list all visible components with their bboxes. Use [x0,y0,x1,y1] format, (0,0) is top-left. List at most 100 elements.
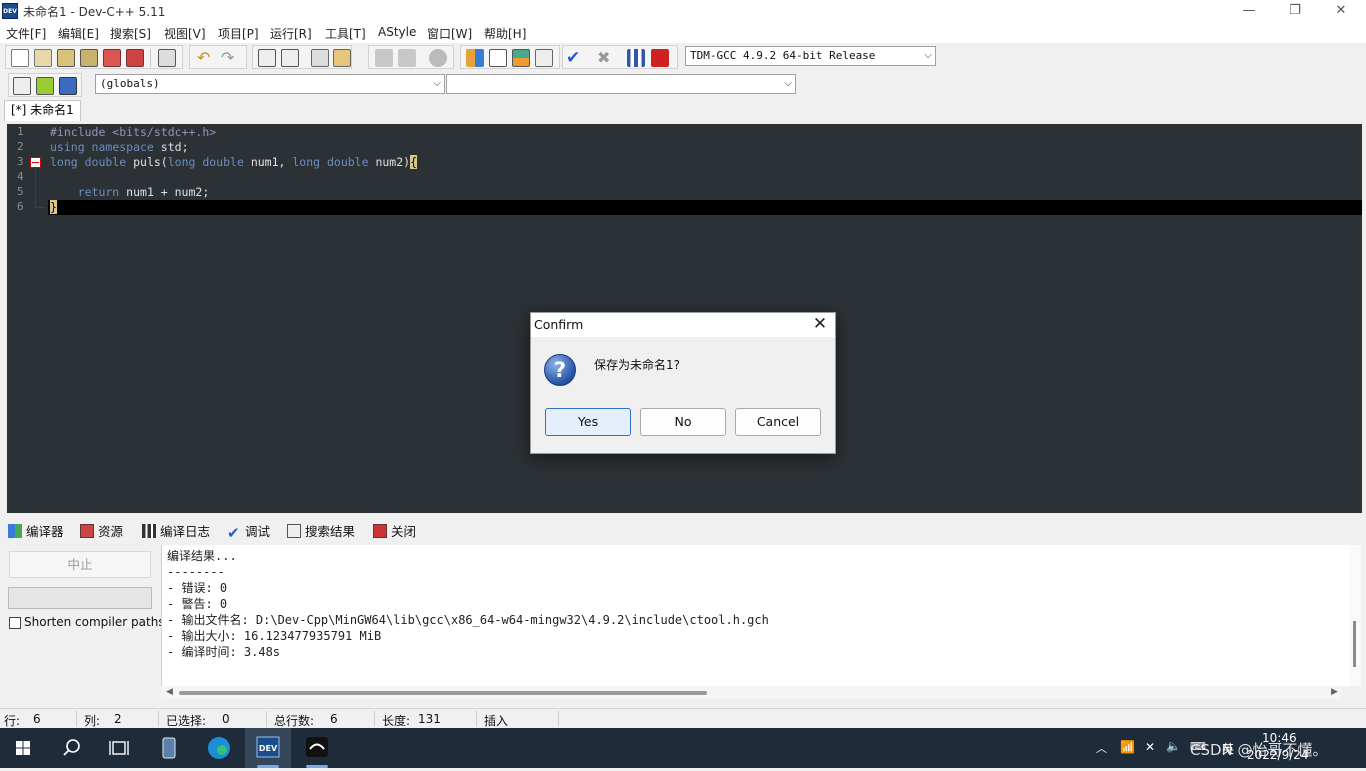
save-icon[interactable] [57,49,75,67]
compiler-select[interactable]: TDM-GCC 4.9.2 64-bit Release ⌵ [685,46,936,66]
start-button[interactable] [0,728,46,768]
profile-chart-icon[interactable] [627,49,645,67]
taskbar-app-devcpp[interactable]: DEV [245,728,291,768]
typora-app-icon [306,737,328,757]
log-horizontal-thumb[interactable] [179,691,707,695]
code-token: num1, [250,155,293,169]
new-file-icon[interactable] [11,49,29,67]
line-number: 2 [17,140,24,153]
class-browser-icon[interactable] [512,49,530,67]
insert-icon[interactable] [13,77,31,95]
tab-resources[interactable]: 资源 [80,522,123,542]
code-token: long double [167,155,251,169]
undo-icon[interactable]: ↶ [197,49,215,67]
compiler-icon [8,524,22,538]
yes-button[interactable]: Yes [545,408,631,436]
code-line: long double puls(long double num1, long … [50,155,418,170]
toolbar-separator [150,49,151,67]
confirm-dialog: Confirm ✕ ? 保存为未命名1? Yes No Cancel [530,312,836,454]
function-select[interactable]: ⌵ [446,74,796,94]
close-file-icon[interactable] [103,49,121,67]
code-line: #include <bits/stdc++.h> [50,125,216,140]
dialog-title-bar[interactable]: Confirm ✕ [531,313,835,337]
menu-astyle[interactable]: AStyle [378,25,416,39]
compile-log-output[interactable]: 编译结果... -------- - 错误: 0 - 警告: 0 - 输出文件名… [161,545,1361,686]
close-window-button[interactable]: ✕ [1318,0,1364,22]
menu-run[interactable]: 运行[R] [270,25,312,42]
find-icon[interactable] [258,49,276,67]
taskbar-app-edge[interactable] [196,728,242,768]
status-length-value: 131 [418,712,441,726]
grid-view-icon[interactable] [535,49,553,67]
compiler-select-value: TDM-GCC 4.9.2 64-bit Release [690,49,876,62]
task-view-button[interactable] [96,728,142,768]
close-all-icon[interactable] [126,49,144,67]
delete-profile-icon[interactable] [651,49,669,67]
shorten-paths-checkbox[interactable] [9,617,21,629]
menu-project[interactable]: 项目[P] [218,25,259,42]
search-button[interactable] [48,728,94,768]
next-page-icon[interactable] [398,49,416,67]
tab-search-results[interactable]: 搜索结果 [287,522,355,542]
replace-icon[interactable] [281,49,299,67]
print-icon[interactable] [158,49,176,67]
volume-icon[interactable]: 🔈 [1166,739,1181,753]
stop-compile-icon[interactable]: ✖ [597,49,615,67]
menu-window[interactable]: 窗口[W] [427,25,472,42]
restore-button[interactable]: ❐ [1272,0,1318,22]
code-token: num1 + num2; [126,185,210,199]
taskbar-app-recycle[interactable] [146,728,192,768]
tab-debug[interactable]: ✔ 调试 [227,522,270,542]
abort-compile-button[interactable]: 中止 [9,551,151,578]
toggle-icon[interactable] [59,77,77,95]
status-col-label: 列: [84,714,101,728]
tray-expand-icon[interactable]: ︿ [1096,740,1107,756]
chevron-down-icon: ⌵ [433,78,441,89]
open-file-icon[interactable] [34,49,52,67]
log-horizontal-scrollbar[interactable]: ◀ ▶ [161,686,1341,699]
status-separator [558,711,559,727]
tab-compiler[interactable]: 编译器 [8,522,64,542]
menu-tools[interactable]: 工具[T] [325,25,366,42]
dialog-close-icon[interactable]: ✕ [811,314,829,334]
save-all-icon[interactable] [80,49,98,67]
project-view-icon[interactable] [466,49,484,67]
menu-view[interactable]: 视图[V] [164,25,206,42]
cancel-button[interactable]: Cancel [735,408,821,436]
windows-logo-icon [16,741,30,755]
chevron-down-icon: ⌵ [924,50,932,61]
fold-collapse-icon[interactable] [30,157,41,168]
prev-page-icon[interactable] [375,49,393,67]
class-toolbar: (globals) ⌵ ⌵ [0,71,800,99]
goto-icon[interactable] [36,77,54,95]
taskbar-app-typora[interactable] [294,728,340,768]
scope-select[interactable]: (globals) ⌵ [95,74,445,94]
menu-search[interactable]: 搜索[S] [110,25,151,42]
minimize-button[interactable]: — [1226,0,1272,22]
log-vertical-scrollbar[interactable] [1349,545,1361,686]
scroll-right-icon[interactable]: ▶ [1331,687,1338,697]
indent-icon[interactable] [311,49,329,67]
network-icon[interactable]: 📶 [1120,740,1135,754]
redo-icon[interactable]: ↷ [221,49,239,67]
log-vertical-thumb[interactable] [1353,621,1356,667]
main-toolbar: ↶ ↷ ✔ ✖ TDM-GCC 4.9.2 64-bit Release ⌵ [0,43,1366,71]
status-selected-value: 0 [222,712,230,726]
tab-close[interactable]: 关闭 [373,522,416,542]
scroll-left-icon[interactable]: ◀ [166,687,173,697]
menu-edit[interactable]: 编辑[E] [58,25,99,42]
status-lines-label: 总行数: [274,714,315,728]
question-icon: ? [544,354,576,386]
check-syntax-icon[interactable]: ✔ [566,49,584,67]
line-number: 6 [17,200,24,213]
unindent-icon[interactable] [333,49,351,67]
file-tab-untitled[interactable]: [*] 未命名1 [4,100,81,121]
no-button[interactable]: No [640,408,726,436]
toggle-bookmark-icon[interactable] [429,49,447,67]
wireless-off-icon[interactable]: ✕ [1145,740,1155,754]
fullscreen-icon[interactable] [489,49,507,67]
tab-compile-log[interactable]: 编译日志 [142,522,210,542]
status-separator [374,711,375,727]
menu-file[interactable]: 文件[F] [6,25,46,42]
menu-help[interactable]: 帮助[H] [484,25,526,42]
